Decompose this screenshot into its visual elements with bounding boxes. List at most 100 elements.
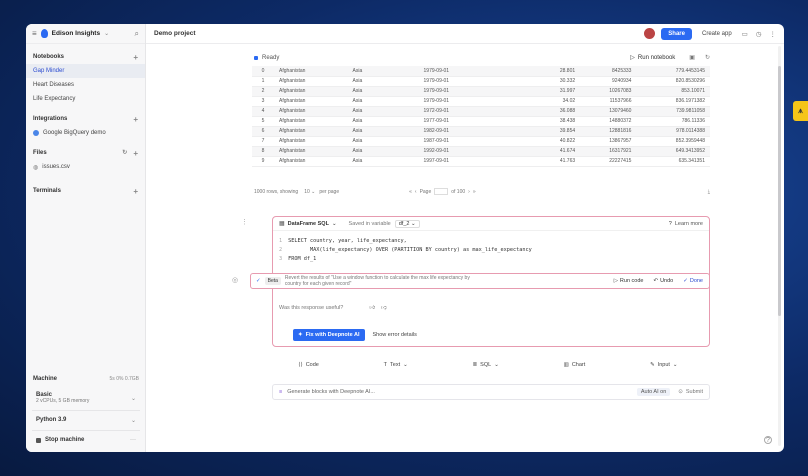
chart-icon: ▥: [563, 362, 569, 368]
table-cell: 1979-09-01: [418, 76, 519, 87]
dataframe-icon: ▦: [279, 221, 285, 227]
more-icon[interactable]: ···: [130, 437, 136, 443]
help-icon[interactable]: ?: [764, 436, 772, 444]
table-cell: 5: [252, 116, 275, 127]
table-cell: 820.8530296: [636, 76, 710, 87]
thumbs-down-icon[interactable]: 👎︎: [381, 305, 387, 311]
show-error-details-link[interactable]: Show error details: [373, 332, 417, 338]
chevron-down-icon: ⌄: [331, 220, 337, 227]
status-text: Ready: [262, 54, 280, 61]
table-cell: 779.4453145: [636, 66, 710, 77]
done-button[interactable]: ✓ Done: [683, 278, 703, 284]
table-row: 4 Afghanistan Asia 1972-09-01 36.088 13079460…: [252, 106, 710, 117]
table-cell: Asia: [347, 86, 419, 97]
undo-label: Undo: [660, 278, 674, 284]
ready-status-icon: [254, 55, 258, 60]
create-app-button[interactable]: Create app: [702, 31, 732, 37]
table-cell: 22227415: [580, 156, 637, 167]
add-input-button[interactable]: ✎ Input ⌄: [650, 362, 677, 368]
add-terminal-icon[interactable]: +: [133, 187, 138, 196]
table-cell: 1: [252, 76, 275, 87]
rows-summary: 1000 rows, showing: [254, 188, 299, 195]
undo-icon: ↶: [653, 278, 659, 284]
add-notebook-icon[interactable]: +: [133, 53, 138, 62]
download-icon[interactable]: ⤓: [708, 189, 710, 195]
auto-ai-toggle[interactable]: Auto AI on: [636, 388, 671, 396]
thumbs-up-icon[interactable]: 👍︎: [369, 305, 375, 311]
page-total: of 100: [451, 188, 466, 195]
play-icon: ▷: [613, 278, 618, 284]
sidebar-item-life-expectancy[interactable]: Life Expectancy: [26, 92, 145, 106]
fix-with-ai-button[interactable]: ✦ Fix with Deepnote AI: [293, 329, 365, 341]
refresh-icon[interactable]: ↻: [705, 54, 710, 61]
python-version-selector[interactable]: Python 3.9 ⌄: [32, 414, 140, 427]
menu-icon[interactable]: ≡: [32, 29, 37, 38]
sidebar-header: ≡ Edison Insights ⌄ ⌕: [26, 24, 145, 44]
avatar[interactable]: [644, 28, 656, 39]
table-cell: 34.02: [518, 96, 581, 107]
generate-blocks-bar[interactable]: ≡ Generate blocks with Deepnote AI... Au…: [272, 384, 710, 400]
sidebar-item-gap-minder[interactable]: Gap Minder: [26, 64, 145, 78]
page-input[interactable]: [434, 188, 449, 195]
machine-type-selector[interactable]: Basic 2 vCPUs, 5 GB memory ⌄: [32, 389, 140, 407]
more-icon[interactable]: ⋮: [770, 30, 777, 38]
machine-panel: Machine 5s 0% 0.7GB Basic 2 vCPUs, 5 GB …: [26, 372, 146, 452]
share-button[interactable]: Share: [661, 27, 692, 40]
run-notebook-button[interactable]: ▷ Run notebook: [630, 54, 675, 62]
add-sql-button[interactable]: ≣ SQL ⌄: [473, 362, 499, 368]
project-title[interactable]: Demo project: [154, 30, 196, 37]
learn-more-link[interactable]: Learn more: [675, 221, 703, 227]
next-page-icon[interactable]: ›: [468, 189, 470, 195]
sql-code-editor[interactable]: 1 SELECT country, year, life_expectancy, …: [273, 231, 709, 264]
main-area: Demo project Share Create app ▭ ◷ ⋮ Read…: [146, 24, 784, 452]
chevron-down-icon[interactable]: ⌄: [104, 30, 109, 37]
scrollbar-thumb[interactable]: [778, 66, 781, 316]
add-text-button[interactable]: T Text ⌄: [384, 362, 408, 368]
add-file-icon[interactable]: +: [133, 149, 138, 158]
last-page-icon[interactable]: »: [473, 189, 476, 195]
undo-button[interactable]: ↶ Undo: [653, 278, 673, 284]
table-cell: Afghanistan: [274, 86, 348, 97]
add-chart-button[interactable]: ▥ Chart: [564, 362, 586, 368]
add-integration-icon[interactable]: +: [133, 115, 138, 124]
add-code-button[interactable]: ⟨⟩ Code: [298, 362, 318, 368]
bigquery-icon: [33, 130, 39, 136]
table-cell: Asia: [347, 66, 419, 77]
sidebar-item-heart-diseases[interactable]: Heart Diseases: [26, 78, 145, 92]
chevron-down-icon: ⌄: [130, 418, 136, 424]
files-section: Files ↻ +: [26, 146, 145, 160]
table-cell: 8: [252, 146, 275, 157]
variable-name-input[interactable]: df_2 ⌄: [394, 219, 420, 228]
database-icon: ≣: [472, 362, 478, 368]
stop-machine-button[interactable]: Stop machine ···: [32, 434, 140, 446]
input-icon: ✎: [650, 362, 655, 368]
sql-source-select[interactable]: ▦ DataFrame SQL ⌄: [279, 220, 337, 228]
per-page-select[interactable]: 10 ⌄: [304, 189, 315, 195]
first-page-icon[interactable]: «: [409, 189, 412, 195]
prev-page-icon[interactable]: ‹: [415, 189, 417, 195]
code-icon: ⟨⟩: [298, 362, 303, 368]
run-code-button[interactable]: ▷ Run code: [614, 278, 644, 284]
feedback-question: Was this response useful?: [279, 305, 344, 311]
scrollbar[interactable]: [778, 46, 781, 446]
history-icon[interactable]: ◷: [756, 30, 762, 38]
search-icon[interactable]: ⌕: [135, 29, 139, 39]
table-cell: 3: [252, 96, 275, 107]
table-cell: 1979-09-01: [418, 66, 519, 77]
table-cell: Asia: [347, 146, 419, 157]
table-cell: 10267083: [580, 86, 637, 97]
table-cell: Afghanistan: [274, 126, 348, 137]
sidebar-item-label: Gap Minder: [33, 68, 65, 74]
sidebar-item-bigquery[interactable]: Google BigQuery demo: [26, 126, 145, 140]
drag-handle-icon[interactable]: ⋮: [241, 218, 248, 226]
table-cell: 1997-09-01: [418, 156, 519, 167]
submit-label: Submit: [685, 389, 703, 395]
workspace-name[interactable]: Edison Insights: [52, 30, 100, 37]
side-extension-button[interactable]: ⩚: [793, 101, 808, 121]
ai-prompt-text: Revert the results of "Use a window func…: [284, 275, 470, 287]
calendar-icon[interactable]: ▣: [689, 54, 695, 61]
refresh-icon[interactable]: ↻: [122, 149, 127, 158]
submit-button[interactable]: ⊙ Submit: [678, 389, 703, 395]
sidebar-item-issues-csv[interactable]: ◍ issues.csv: [26, 160, 145, 174]
comments-icon[interactable]: ▭: [742, 30, 748, 38]
